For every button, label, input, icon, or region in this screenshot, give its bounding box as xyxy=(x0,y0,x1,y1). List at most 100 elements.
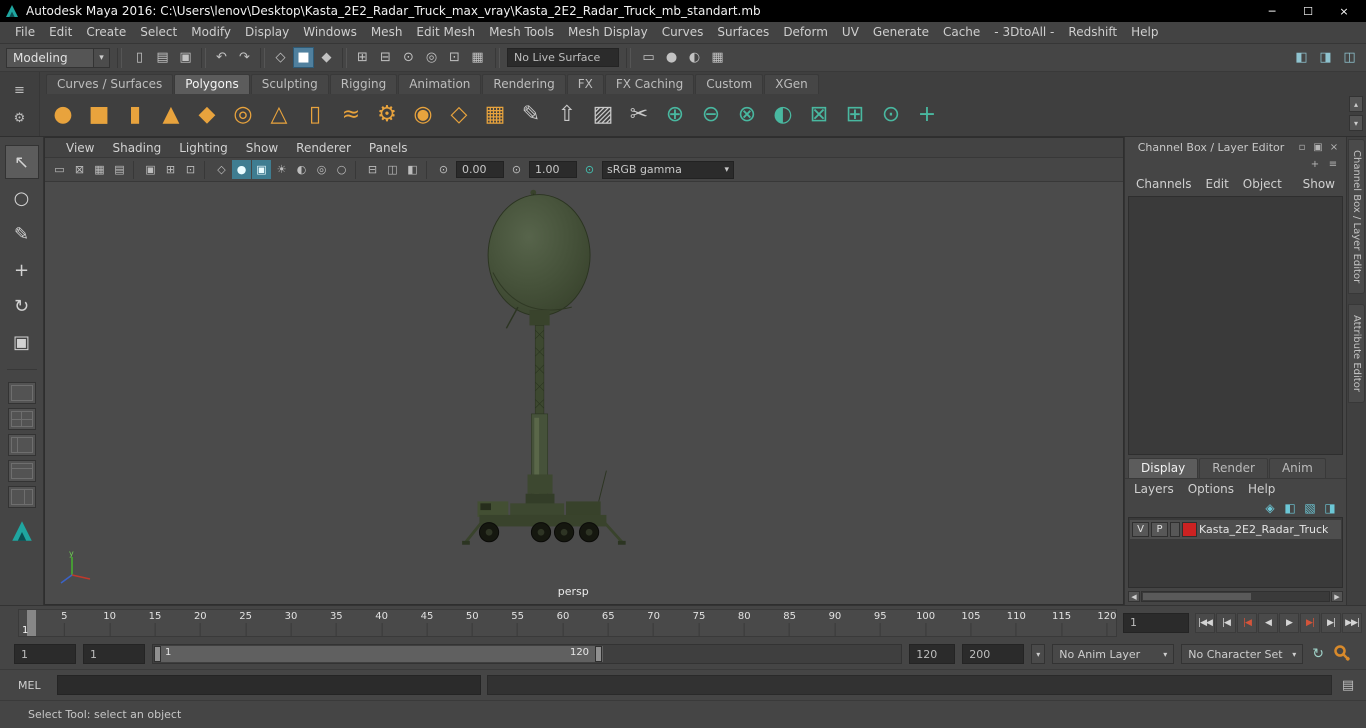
layout-four-pane[interactable] xyxy=(7,408,36,430)
shelf-tab-rigging[interactable]: Rigging xyxy=(329,73,398,94)
save-scene-icon[interactable]: ▣ xyxy=(175,47,196,68)
layer-row[interactable]: V P Kasta_2E2_Radar_Truck xyxy=(1130,520,1341,539)
scrollbar-track[interactable] xyxy=(1141,591,1330,602)
shelf-options-gear-icon[interactable]: ⚙ xyxy=(14,111,26,126)
poly-cone-icon[interactable]: ▲ xyxy=(154,98,188,132)
command-line-language-toggle[interactable]: MEL xyxy=(8,679,51,692)
ipr-render-icon[interactable]: ◐ xyxy=(684,47,705,68)
close-panel-icon[interactable]: × xyxy=(1327,140,1341,154)
shelf-menu-icon[interactable]: ≡ xyxy=(14,83,25,98)
select-by-component-icon[interactable]: ◆ xyxy=(316,47,337,68)
create-layer-from-selected-icon[interactable]: ◨ xyxy=(1322,500,1338,516)
shelf-tab-fx-caching[interactable]: FX Caching xyxy=(604,73,695,94)
current-frame-field[interactable]: 1 xyxy=(1123,612,1189,633)
vp-menu-renderer[interactable]: Renderer xyxy=(287,138,360,158)
step-forward-frame-button[interactable]: ▶| xyxy=(1321,612,1341,633)
layer-tab-anim[interactable]: Anim xyxy=(1268,458,1326,478)
menu-edit-mesh[interactable]: Edit Mesh xyxy=(409,22,482,43)
poly-sphere-icon[interactable]: ● xyxy=(46,98,80,132)
view-transform-dropdown[interactable]: sRGB gamma ▾ xyxy=(602,160,734,179)
snap-view-plane-icon[interactable]: ⊡ xyxy=(444,47,465,68)
menu-generate[interactable]: Generate xyxy=(866,22,936,43)
exposure-icon[interactable]: ⊙ xyxy=(434,160,453,179)
screen-space-ao-icon[interactable]: ◎ xyxy=(312,160,331,179)
target-weld-icon[interactable]: ⊙ xyxy=(874,98,908,132)
vp-menu-lighting[interactable]: Lighting xyxy=(170,138,237,158)
menu-help[interactable]: Help xyxy=(1124,22,1165,43)
go-to-start-button[interactable]: |◀◀ xyxy=(1195,612,1215,633)
boolean-intersection-icon[interactable]: ⊗ xyxy=(730,98,764,132)
undo-icon[interactable]: ↶ xyxy=(211,47,232,68)
outliner-toggle-icon[interactable]: ◧ xyxy=(1291,47,1312,68)
move-tool[interactable]: + xyxy=(5,253,39,287)
go-to-end-button[interactable]: ▶▶| xyxy=(1342,612,1362,633)
range-slider-bar[interactable] xyxy=(154,646,603,662)
render-settings-icon[interactable]: ▦ xyxy=(707,47,728,68)
menu-create[interactable]: Create xyxy=(79,22,133,43)
create-empty-layer-icon[interactable]: ▧ xyxy=(1302,500,1318,516)
viewport-canvas[interactable]: y persp xyxy=(45,182,1123,604)
range-start-handle[interactable] xyxy=(154,646,161,662)
playback-end-field[interactable]: 120 xyxy=(909,644,956,664)
range-slider-track[interactable]: 1 120 xyxy=(152,644,903,664)
layer-menu-help[interactable]: Help xyxy=(1241,482,1282,496)
poly-gear-icon[interactable]: ⚙ xyxy=(370,98,404,132)
toggle-layer-mode-icon[interactable]: ◈ xyxy=(1262,500,1278,516)
animation-end-field[interactable]: 200 xyxy=(962,644,1025,664)
select-camera-icon[interactable]: ▭ xyxy=(50,160,69,179)
sync-layer-icon[interactable]: ◧ xyxy=(1282,500,1298,516)
lasso-tool[interactable]: ○ xyxy=(5,181,39,215)
layout-top-persp[interactable] xyxy=(7,460,36,482)
menu-uv[interactable]: UV xyxy=(835,22,866,43)
boolean-union-icon[interactable]: ⊕ xyxy=(658,98,692,132)
poly-pipe-icon[interactable]: ▯ xyxy=(298,98,332,132)
menu-redshift[interactable]: Redshift xyxy=(1061,22,1124,43)
script-editor-icon[interactable]: ▤ xyxy=(1338,675,1358,695)
layer-menu-options[interactable]: Options xyxy=(1181,482,1241,496)
channel-list[interactable] xyxy=(1128,196,1343,455)
quad-draw-icon[interactable]: ⊞ xyxy=(838,98,872,132)
overscan-icon[interactable]: ⊡ xyxy=(181,160,200,179)
xray-icon[interactable]: ◫ xyxy=(383,160,402,179)
poly-plane-icon[interactable]: ◆ xyxy=(190,98,224,132)
color-management-icon[interactable]: ⊙ xyxy=(580,160,599,179)
2d-pan-zoom-icon[interactable]: ⊞ xyxy=(161,160,180,179)
poly-disc-icon[interactable]: ▦ xyxy=(478,98,512,132)
menu-cache[interactable]: Cache xyxy=(936,22,987,43)
layer-tab-render[interactable]: Render xyxy=(1199,458,1268,478)
menu-curves[interactable]: Curves xyxy=(655,22,711,43)
layout-single-pane[interactable] xyxy=(7,382,36,404)
add-key-icon[interactable]: + xyxy=(1308,157,1322,171)
poly-torus-icon[interactable]: ◎ xyxy=(226,98,260,132)
shelf-tab-animation[interactable]: Animation xyxy=(398,73,482,94)
minimize-button[interactable]: ─ xyxy=(1254,2,1290,20)
menu-display[interactable]: Display xyxy=(238,22,296,43)
textured-icon[interactable]: ▣ xyxy=(252,160,271,179)
scroll-left-icon[interactable]: ◀ xyxy=(1128,591,1140,602)
render-current-frame-icon[interactable]: ● xyxy=(661,47,682,68)
radar-truck-model[interactable] xyxy=(421,184,661,588)
layer-color-swatch[interactable] xyxy=(1182,522,1197,537)
layer-playback-toggle[interactable]: P xyxy=(1151,522,1168,537)
workspace-toggle-icon[interactable]: ◫ xyxy=(1339,47,1360,68)
snap-to-curve-icon[interactable]: ⊟ xyxy=(375,47,396,68)
menu-deform[interactable]: Deform xyxy=(776,22,835,43)
layer-visibility-toggle[interactable]: V xyxy=(1132,522,1149,537)
menu-file[interactable]: File xyxy=(8,22,42,43)
menu-mesh[interactable]: Mesh xyxy=(364,22,410,43)
anim-layer-dropdown[interactable]: No Anim Layer ▾ xyxy=(1052,644,1175,664)
scroll-right-icon[interactable]: ▶ xyxy=(1331,591,1343,602)
playback-options-icon[interactable]: ↻ xyxy=(1312,646,1324,662)
poly-helix-icon[interactable]: ≈ xyxy=(334,98,368,132)
layer-display-type-swatch[interactable] xyxy=(1170,522,1180,537)
playback-start-field[interactable]: 1 xyxy=(83,644,145,664)
poly-soccer-ball-icon[interactable]: ◉ xyxy=(406,98,440,132)
shelf-tab-polygons[interactable]: Polygons xyxy=(174,73,250,94)
shelf-tab-fx[interactable]: FX xyxy=(566,73,604,94)
menu-windows[interactable]: Windows xyxy=(296,22,364,43)
scroll-down-icon[interactable]: ▾ xyxy=(1349,115,1363,131)
exposure-field[interactable]: 0.00 xyxy=(456,161,504,178)
popout-icon[interactable]: ▣ xyxy=(1311,140,1325,154)
live-surface-field[interactable]: No Live Surface xyxy=(507,48,619,67)
command-line-input[interactable] xyxy=(56,675,481,695)
